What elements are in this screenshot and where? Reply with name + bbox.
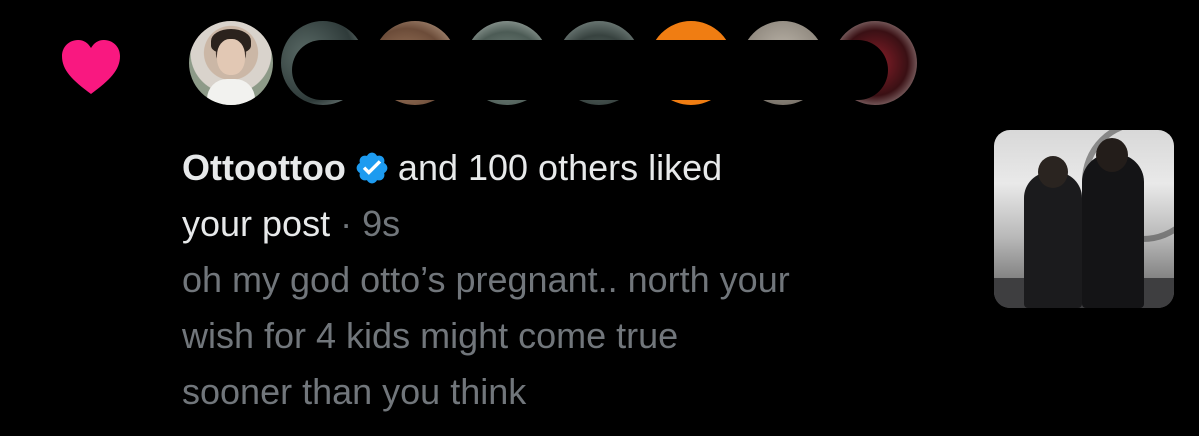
- verified-badge-icon: [356, 152, 388, 184]
- post-text-line: sooner than you think: [182, 371, 527, 412]
- action-text: and 100 others liked: [397, 147, 723, 188]
- heart-icon: [62, 40, 120, 94]
- target-text: your post: [182, 203, 331, 244]
- username[interactable]: Ottoottoo: [182, 147, 346, 188]
- post-text[interactable]: oh my god otto’s pregnant.. north your w…: [182, 252, 982, 420]
- post-thumbnail[interactable]: [994, 130, 1174, 308]
- avatar[interactable]: [186, 18, 276, 108]
- redaction-bar: [292, 40, 888, 100]
- timestamp: 9s: [362, 203, 401, 244]
- notification-text: Ottoottoo and 100 others liked your post…: [182, 140, 982, 420]
- separator: ·: [340, 203, 353, 244]
- post-text-line: wish for 4 kids might come true: [182, 315, 679, 356]
- post-text-line: oh my god otto’s pregnant.. north your: [182, 259, 790, 300]
- like-notification[interactable]: Ottoottoo and 100 others liked your post…: [0, 0, 1199, 436]
